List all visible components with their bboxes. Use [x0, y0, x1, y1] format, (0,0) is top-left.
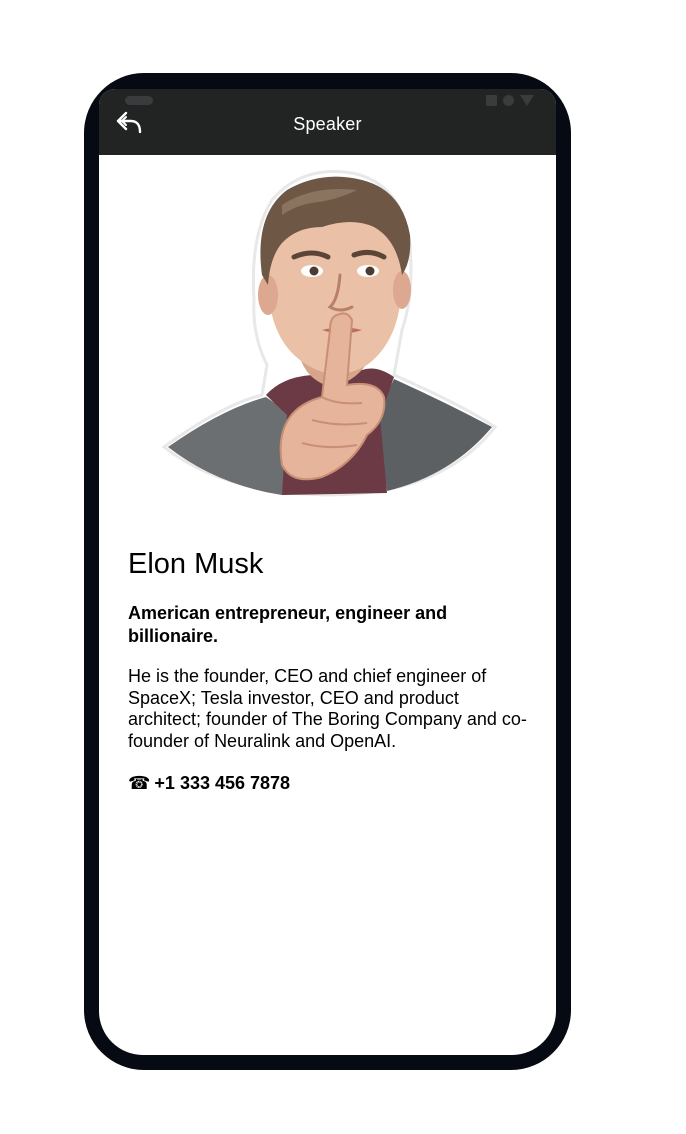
speaker-phone-link[interactable]: ☎ +1 333 456 7878	[128, 772, 528, 794]
speaker-subtitle: American entrepreneur, engineer and bill…	[128, 603, 448, 646]
page-title: Speaker	[293, 114, 362, 134]
phone-frame: Speaker Elon Musk American entrepreneur,…	[84, 73, 571, 1070]
circle-icon	[503, 95, 514, 106]
app-bar: Speaker	[99, 89, 556, 155]
status-pill	[125, 96, 153, 105]
status-bar-icons	[486, 95, 534, 106]
speaker-phone-number: +1 333 456 7878	[154, 773, 291, 793]
speaker-portrait	[162, 170, 498, 497]
app-screen: Speaker Elon Musk American entrepreneur,…	[99, 89, 556, 1055]
speaker-details: Elon Musk American entrepreneur, enginee…	[128, 547, 528, 794]
speaker-bio: He is the founder, CEO and chief enginee…	[128, 666, 527, 751]
speaker-name: Elon Musk	[128, 548, 264, 580]
square-icon	[486, 95, 497, 106]
phone-icon: ☎	[128, 773, 151, 793]
triangle-icon	[520, 95, 534, 106]
